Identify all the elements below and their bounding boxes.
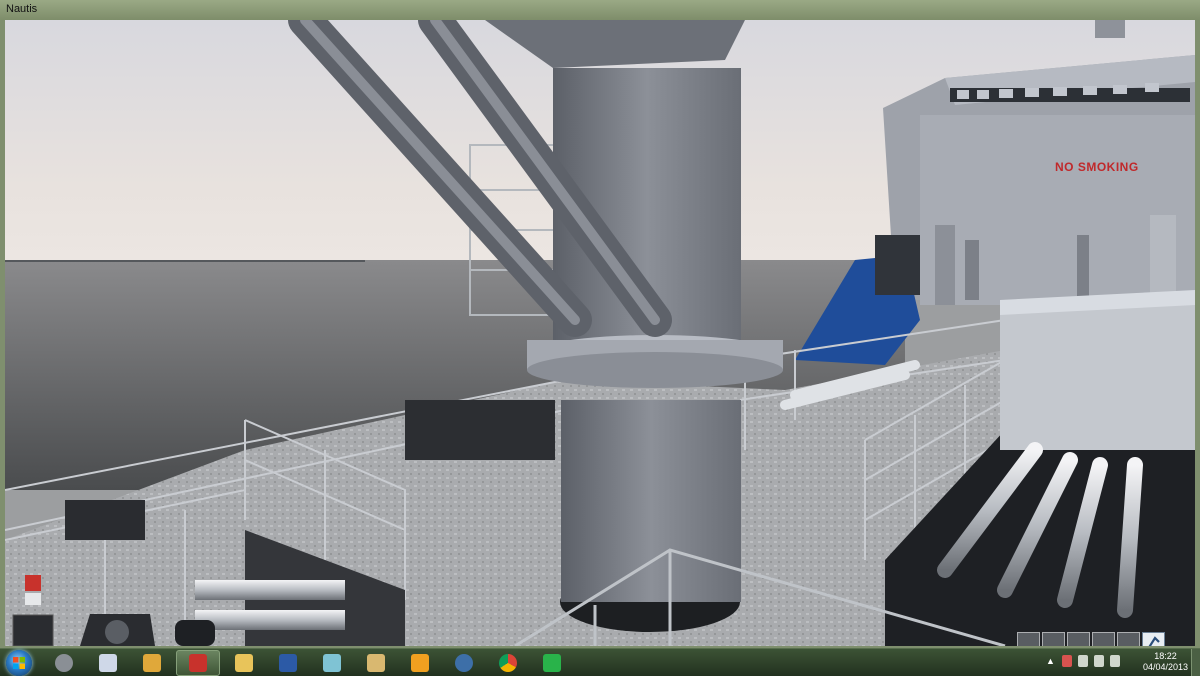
gear-icon (55, 654, 73, 672)
simulation-icon (143, 654, 161, 672)
thunderbird-icon (455, 654, 473, 672)
chrome-icon (499, 654, 517, 672)
view-button-3[interactable] (1067, 632, 1090, 646)
taskbar-nautis-app[interactable] (176, 650, 220, 676)
clock-time: 18:22 (1154, 651, 1177, 661)
notes-icon (323, 654, 341, 672)
system-tray: ▲ (1046, 655, 1120, 667)
clock-date: 04/04/2013 (1142, 662, 1188, 672)
system-clock[interactable]: 18:22 04/04/2013 (1143, 651, 1188, 673)
nautis-icon (189, 654, 207, 672)
package-icon (367, 654, 385, 672)
view-button-2[interactable] (1042, 632, 1065, 646)
view-button-1[interactable] (1017, 632, 1040, 646)
taskbar-word-app[interactable] (268, 650, 308, 676)
taskbar-media-app[interactable] (532, 650, 572, 676)
view-button-4[interactable] (1092, 632, 1115, 646)
title-bar[interactable]: Nautis (0, 0, 1200, 20)
start-button[interactable] (6, 650, 32, 676)
window-title: Nautis (6, 3, 38, 15)
xmind-icon (411, 654, 429, 672)
taskbar-package-app[interactable] (356, 650, 396, 676)
taskbar-notes-app[interactable] (312, 650, 352, 676)
folder-icon (235, 654, 253, 672)
show-hidden-icons-icon[interactable]: ▲ (1046, 655, 1056, 667)
application-window: Nautis NO SMOKING (0, 0, 1200, 648)
volume-icon[interactable] (1110, 655, 1120, 667)
view-toolbar (1017, 632, 1165, 646)
3d-viewport[interactable]: NO SMOKING (5, 20, 1195, 646)
taskbar-explorer-app[interactable] (224, 650, 264, 676)
ship-deck-scene (5, 20, 1195, 646)
taskbar-chrome-app[interactable] (488, 650, 528, 676)
battery-icon[interactable] (1078, 655, 1088, 667)
taskbar-xmind-app[interactable] (400, 650, 440, 676)
taskbar-settings-app[interactable] (44, 650, 84, 676)
no-smoking-sign: NO SMOKING (1055, 160, 1139, 174)
crane-tool-icon[interactable] (1142, 632, 1165, 646)
windows-logo-icon (13, 657, 25, 669)
taskbar: ▲ 18:22 04/04/2013 (0, 648, 1200, 676)
play-icon (543, 654, 561, 672)
taskbar-calculator-app[interactable] (88, 650, 128, 676)
taskbar-thunderbird-app[interactable] (444, 650, 484, 676)
calculator-icon (99, 654, 117, 672)
view-button-5[interactable] (1117, 632, 1140, 646)
show-desktop-button[interactable] (1191, 649, 1200, 676)
word-icon (279, 654, 297, 672)
network-icon[interactable] (1094, 655, 1104, 667)
flag-icon[interactable] (1062, 655, 1072, 667)
taskbar-simulation-app[interactable] (132, 650, 172, 676)
